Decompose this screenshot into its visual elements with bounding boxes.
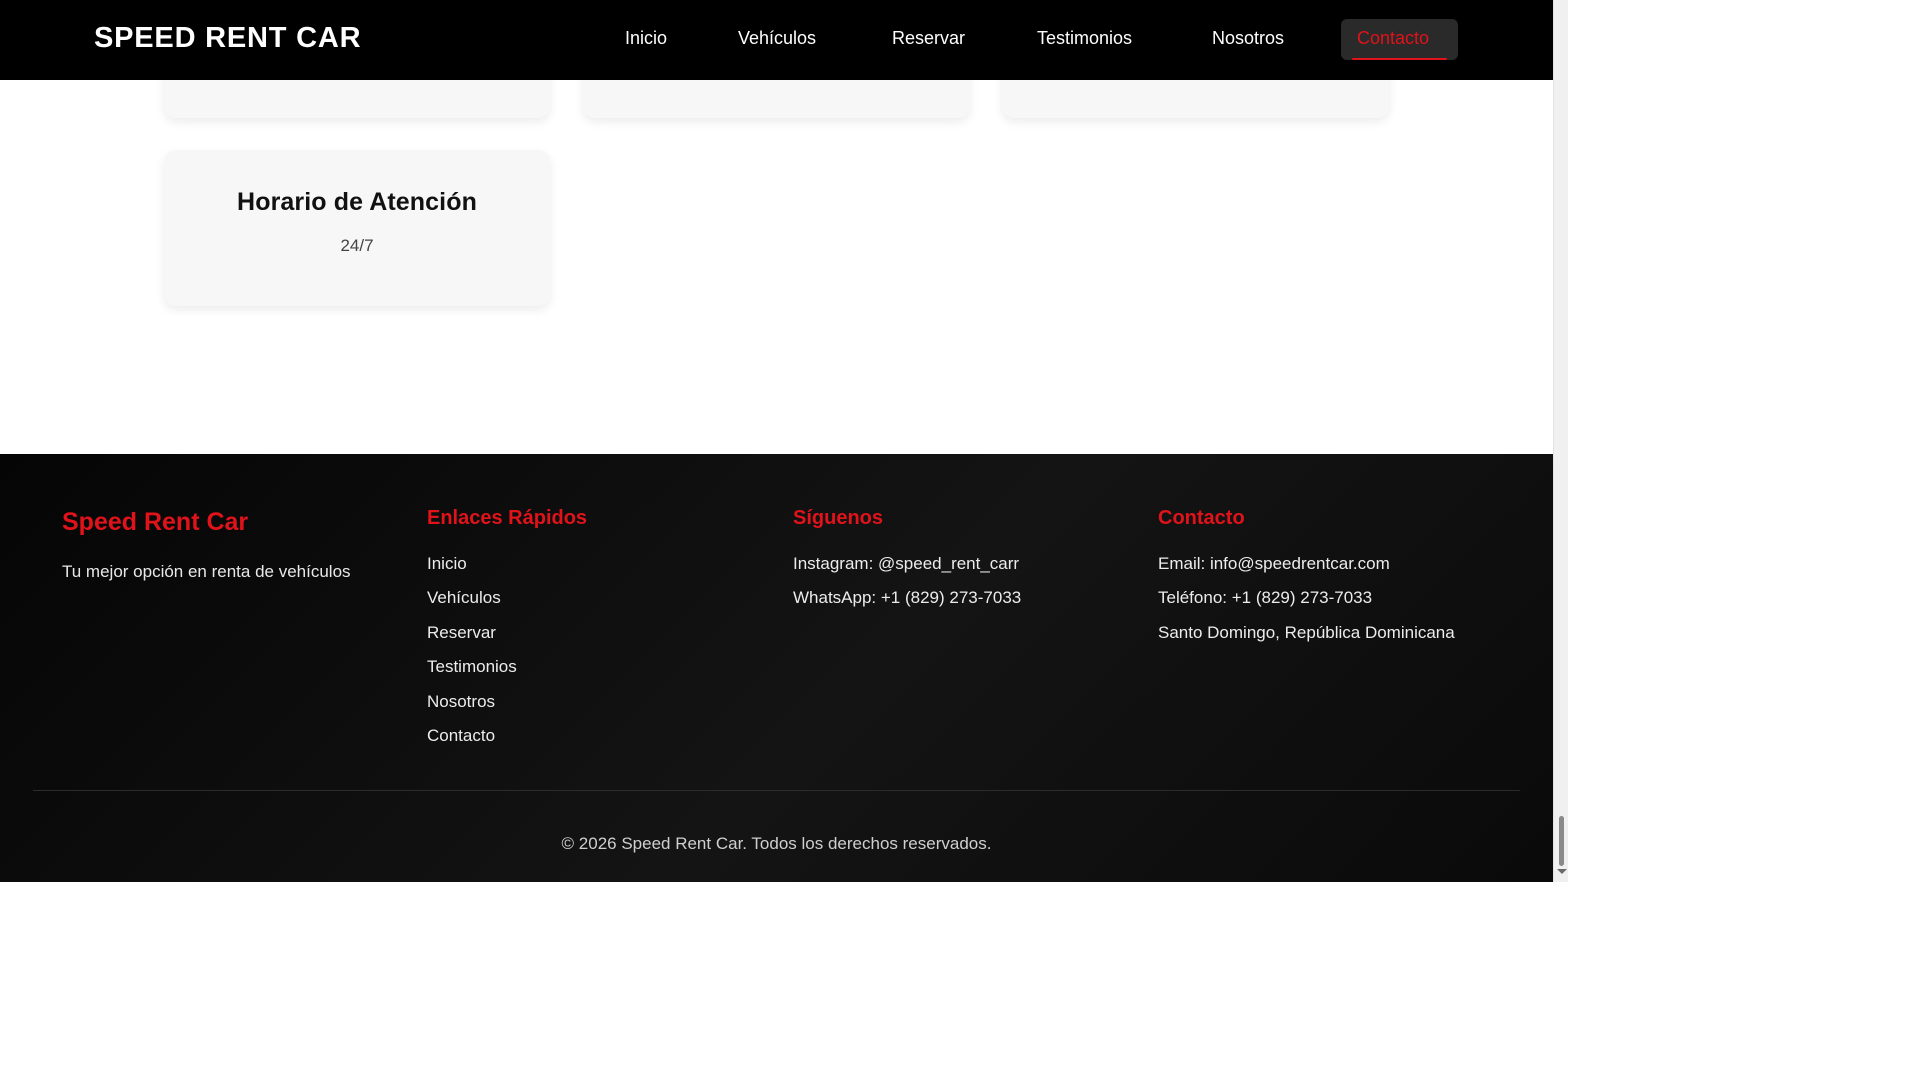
footer-link-testimonios[interactable]: Testimonios xyxy=(427,657,517,691)
quick-links-list: Inicio Vehículos Reservar Testimonios No… xyxy=(427,554,517,760)
footer-link-vehiculos[interactable]: Vehículos xyxy=(427,588,517,622)
nav-link-reservar[interactable]: Reservar xyxy=(892,28,965,49)
navbar: SPEED RENT CAR Inicio Vehículos Reservar… xyxy=(0,0,1553,80)
card-title: Horario de Atención xyxy=(237,188,477,216)
contact-address: Santo Domingo, República Dominicana xyxy=(1158,622,1455,642)
copyright-text: © 2026 Speed Rent Car. Todos los derecho… xyxy=(561,834,992,853)
nav-link-inicio[interactable]: Inicio xyxy=(625,28,667,49)
scroll-down-arrow-icon[interactable] xyxy=(1557,869,1567,874)
instagram-link[interactable]: Instagram: @speed_rent_carr xyxy=(793,554,1021,588)
nav-link-contacto[interactable]: Contacto xyxy=(1341,19,1458,60)
footer-heading: Síguenos xyxy=(793,507,884,529)
nav-link-nosotros[interactable]: Nosotros xyxy=(1212,28,1284,49)
info-card-hours: Horario de Atención 24/7 xyxy=(164,150,550,306)
card-text: 24/7 xyxy=(340,236,374,255)
active-underline xyxy=(1352,58,1447,60)
nav-link-testimonios[interactable]: Testimonios xyxy=(1037,28,1132,49)
page: Horario de Atención 24/7 SPEED RENT CAR … xyxy=(0,0,1553,882)
footer-link-contacto[interactable]: Contacto xyxy=(427,726,517,760)
contact-phone: Teléfono: +1 (829) 273-7033 xyxy=(1158,588,1373,608)
footer-tagline: Tu mejor opción en renta de vehículos xyxy=(62,562,351,581)
footer-brand: Speed Rent Car xyxy=(62,508,249,536)
footer-link-nosotros[interactable]: Nosotros xyxy=(427,692,517,726)
contact-list: Email: info@speedrentcar.com Teléfono: +… xyxy=(1158,554,1455,657)
footer: Speed Rent Car Tu mejor opción en renta … xyxy=(0,454,1553,882)
scrollbar-thumb[interactable] xyxy=(1559,816,1564,866)
footer-link-reservar[interactable]: Reservar xyxy=(427,623,517,657)
contact-email: Email: info@speedrentcar.com xyxy=(1158,554,1390,573)
footer-heading: Contacto xyxy=(1158,507,1245,529)
footer-link-inicio[interactable]: Inicio xyxy=(427,554,517,588)
nav-link-vehiculos[interactable]: Vehículos xyxy=(738,28,816,49)
nav-link-label: Contacto xyxy=(1357,28,1430,48)
vertical-scrollbar[interactable] xyxy=(1553,0,1568,882)
footer-heading: Enlaces Rápidos xyxy=(427,507,588,529)
whatsapp-link[interactable]: WhatsApp: +1 (829) 273-7033 xyxy=(793,588,1021,622)
brand-logo[interactable]: SPEED RENT CAR xyxy=(94,22,361,55)
social-list: Instagram: @speed_rent_carr WhatsApp: +1… xyxy=(793,554,1021,623)
footer-divider xyxy=(33,790,1520,791)
